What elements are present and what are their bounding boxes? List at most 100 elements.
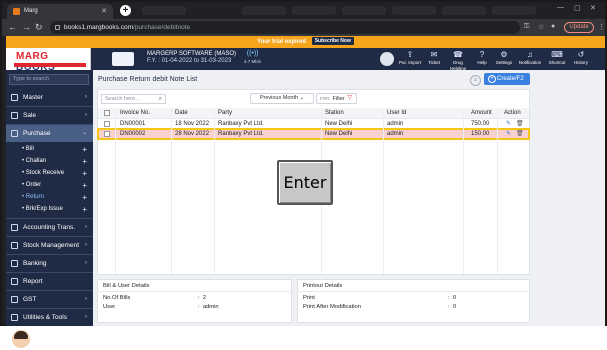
print-after-label: Print After Modification xyxy=(303,304,361,310)
company-info[interactable]: MARGERP SOFTWARE (MASO) F.Y. : 01-04-202… xyxy=(147,51,236,65)
chevron-right-icon: › xyxy=(85,314,87,320)
minimize-icon[interactable]: — xyxy=(557,4,564,11)
col-date[interactable]: Date xyxy=(175,108,188,119)
sidebar-item-banking[interactable]: Banking › xyxy=(6,255,93,272)
sidebar-item-accounting-trans[interactable]: Accounting Trans. › xyxy=(6,219,93,236)
close-tab-icon[interactable]: ✕ xyxy=(101,4,107,19)
sidebar-item-sale[interactable]: Sale › xyxy=(6,107,93,124)
add-icon[interactable]: + xyxy=(82,156,87,167)
tab-blurred[interactable] xyxy=(492,6,536,15)
header-item-help[interactable]: ? Help xyxy=(470,50,494,66)
tab-title: Marg xyxy=(24,8,38,14)
main-content: Purchase Return debit Note List ⌂ + Creat… xyxy=(93,70,605,326)
maximize-icon[interactable]: ▢ xyxy=(574,4,581,12)
sidebar-item-report[interactable]: Report xyxy=(6,273,93,290)
header-item-notification[interactable]: ♫ Notification xyxy=(518,50,542,66)
add-icon[interactable]: + xyxy=(82,180,87,191)
sidebar-item-purchase[interactable]: Purchase ⌄ xyxy=(6,125,93,142)
sidebar-subitem-brk-exp-issue[interactable]: • Brk/Exp Issue + xyxy=(6,204,93,215)
close-window-icon[interactable]: ✕ xyxy=(590,4,596,12)
user-avatar[interactable] xyxy=(380,52,394,66)
sidebar-subitem-stock-receive[interactable]: • Stock Receive + xyxy=(6,168,93,179)
add-icon[interactable]: + xyxy=(82,204,87,215)
tab-blurred[interactable] xyxy=(342,6,386,15)
header-item-settings[interactable]: ⚙ Settings xyxy=(492,50,516,66)
search-icon: ⌕ xyxy=(158,96,162,102)
edit-icon[interactable]: ✎ xyxy=(506,119,511,129)
user-label: User xyxy=(103,304,116,310)
update-button[interactable]: Update xyxy=(564,22,594,33)
wifi-icon: ((•)) xyxy=(246,50,259,57)
keyboard-icon: ⌨ xyxy=(551,50,563,59)
period-dropdown[interactable]: Previous Month ⌄ xyxy=(250,93,314,104)
sidebar-item-gst[interactable]: GST › xyxy=(6,291,93,308)
print-value: : 0 xyxy=(448,295,457,301)
create-button[interactable]: + Create/F2 xyxy=(484,73,530,85)
delete-icon[interactable]: 🗑 xyxy=(516,129,524,139)
back-icon[interactable]: ← xyxy=(8,22,17,32)
col-amount[interactable]: Amount xyxy=(471,108,492,119)
reload-icon[interactable]: ↻ xyxy=(35,22,43,32)
menu-kebab-icon[interactable]: ⋮ xyxy=(598,23,605,31)
ticket-icon: ✉ xyxy=(430,50,438,59)
tab-blurred[interactable] xyxy=(242,6,286,15)
financial-year: F.Y. : 01-04-2022 to 31-03-2023 xyxy=(147,58,232,64)
table-row-selected[interactable]: DN00002 28 Nov 2022 Ranbaxy Pvt Ltd. New… xyxy=(97,128,530,140)
key-icon[interactable]: ⚿ xyxy=(524,23,529,31)
tab-blurred[interactable] xyxy=(442,6,486,15)
sidebar-subitem-order[interactable]: • Order + xyxy=(6,180,93,191)
network-status: ((•)) 4.7 Mb/s xyxy=(244,50,261,66)
sidebar-item-stock-management[interactable]: Stock Management › xyxy=(6,237,93,254)
tab-blurred[interactable] xyxy=(142,6,186,15)
add-icon[interactable]: + xyxy=(82,192,87,203)
add-icon[interactable]: + xyxy=(82,168,87,179)
print-after-value: : 0 xyxy=(448,304,457,310)
add-icon[interactable]: + xyxy=(82,144,87,155)
company-icon[interactable] xyxy=(112,52,134,66)
col-user-id[interactable]: User Id xyxy=(387,108,406,119)
profile-icon[interactable]: ● xyxy=(551,23,555,30)
table-row[interactable]: DN00001 18 Nov 2022 Ranbaxy Pvt Ltd. New… xyxy=(98,119,529,129)
cell-amount: 750.00 xyxy=(471,121,490,127)
sidebar-subitem-challan[interactable]: • Challan + xyxy=(6,156,93,167)
tab-blurred[interactable] xyxy=(392,6,436,15)
col-invoice-no[interactable]: Invoice No. xyxy=(120,108,150,119)
header-item-pur-import[interactable]: ⇪ Pur. Import xyxy=(398,50,422,66)
sidebar-item-master[interactable]: Master › xyxy=(6,89,93,106)
edit-icon[interactable]: ✎ xyxy=(506,129,511,139)
home-icon[interactable]: ⌂ xyxy=(470,75,481,86)
cell-party: Ranbaxy Pvt Ltd. xyxy=(218,131,264,137)
forward-icon[interactable]: → xyxy=(22,22,31,32)
col-party[interactable]: Party xyxy=(218,108,232,119)
sidebar-search-input[interactable]: Type to search xyxy=(9,74,89,85)
margbooks-logo[interactable]: MARG BOOKS xyxy=(6,48,91,73)
support-avatar[interactable] xyxy=(10,328,32,350)
bank-icon xyxy=(11,260,18,267)
header-item-history[interactable]: ↺ History xyxy=(569,50,593,66)
tab-marg[interactable]: Marg ✕ xyxy=(7,4,113,19)
chevron-down-icon: ⌄ xyxy=(81,130,87,136)
tab-blurred[interactable] xyxy=(292,6,336,15)
sidebar-item-utilities-tools[interactable]: Utilities & Tools › xyxy=(6,309,93,326)
delete-icon[interactable]: 🗑 xyxy=(516,119,524,129)
history-icon: ↺ xyxy=(577,50,585,59)
lock-icon xyxy=(55,25,60,30)
url-field[interactable]: books1.margbooks.com/purchase/debitnote xyxy=(50,21,520,34)
header-item-shortcut[interactable]: ⌨ Shortcut xyxy=(545,50,569,66)
header-item-ticket[interactable]: ✉ Ticket xyxy=(422,50,446,66)
bill-user-details-panel: Bill & User Details No.Of Bills : 2 User… xyxy=(97,279,292,323)
table-search-input[interactable]: Search here... ⌕ xyxy=(101,94,166,104)
new-tab-icon[interactable]: + xyxy=(120,5,131,16)
header-item-drug-helpline[interactable]: ☎ Drug Helpline xyxy=(446,50,470,72)
subscribe-button[interactable]: Subscribe Now xyxy=(311,37,354,46)
filter-button[interactable]: FOR Filter ▽ xyxy=(316,93,357,104)
tools-icon xyxy=(11,314,18,321)
sidebar-subitem-bill[interactable]: • Bill + xyxy=(6,144,93,155)
sidebar-subitem-return[interactable]: • Return + xyxy=(6,192,93,203)
row-checkbox[interactable] xyxy=(104,121,110,127)
trial-text: Your trial expired xyxy=(257,39,307,45)
bookmark-star-icon[interactable]: ☆ xyxy=(538,23,544,31)
select-all-checkbox[interactable] xyxy=(104,110,110,116)
col-station[interactable]: Station xyxy=(325,108,344,119)
row-checkbox[interactable] xyxy=(104,131,110,137)
